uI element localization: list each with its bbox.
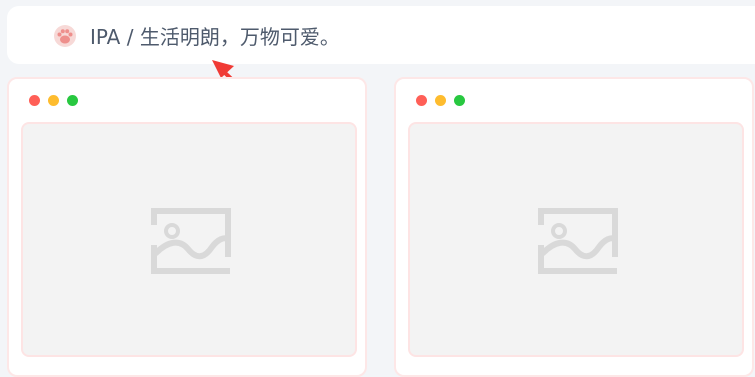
image-placeholder (408, 122, 744, 357)
image-placeholder-icon (538, 208, 618, 274)
minimize-dot (48, 95, 59, 106)
image-placeholder-icon (151, 208, 231, 274)
maximize-dot (454, 95, 465, 106)
close-dot (29, 95, 40, 106)
window-controls (416, 95, 465, 106)
close-dot (416, 95, 427, 106)
preview-card[interactable] (7, 77, 367, 377)
paw-icon (54, 25, 76, 47)
window-controls (29, 95, 78, 106)
breadcrumb-title[interactable]: IPA / 生活明朗，万物可爱。 (90, 24, 340, 50)
header-bar: IPA / 生活明朗，万物可爱。 (7, 6, 755, 64)
image-placeholder (21, 122, 357, 357)
minimize-dot (435, 95, 446, 106)
preview-card[interactable] (394, 77, 754, 377)
maximize-dot (67, 95, 78, 106)
